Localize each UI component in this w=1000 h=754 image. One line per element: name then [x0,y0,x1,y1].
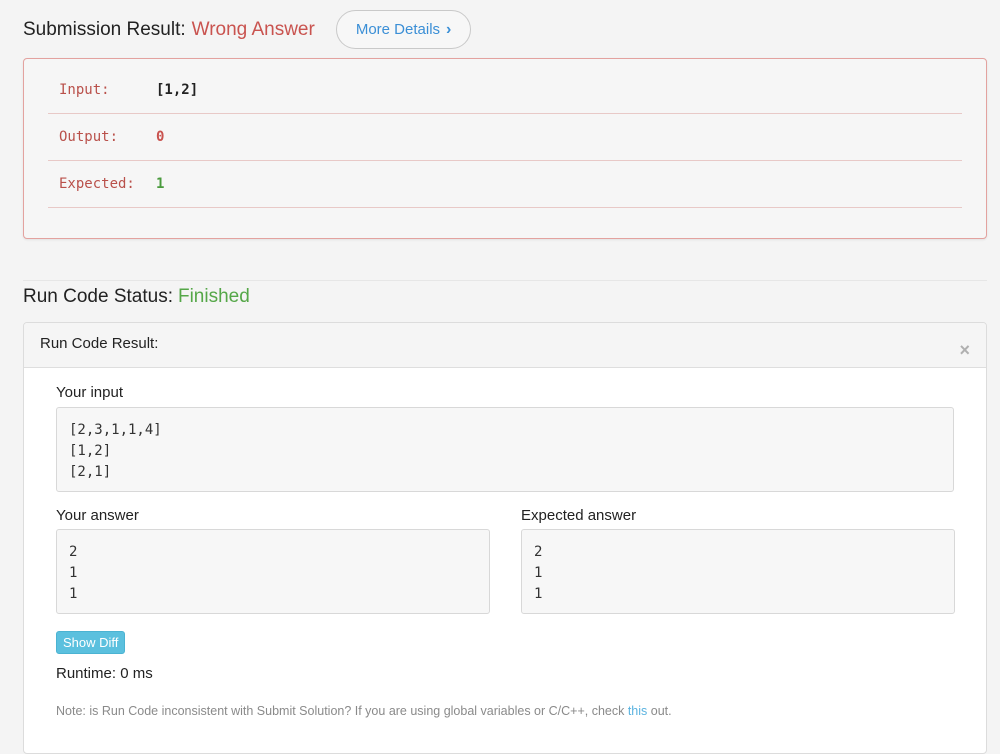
run-status-label: Run Code Status: [23,286,173,307]
input-value: [1,2] [156,82,199,98]
submission-status: Wrong Answer [191,18,315,40]
output-value: 0 [156,129,165,145]
result-row-expected: Expected: 1 [48,161,962,208]
run-code-result-panel: Run Code Result: × Your input [2,3,1,1,4… [23,322,987,754]
note-link[interactable]: this [628,704,647,718]
your-input-box[interactable]: [2,3,1,1,4] [1,2] [2,1] [56,407,954,492]
output-label: Output: [59,129,119,145]
more-details-label: More Details [355,21,441,38]
run-status-value: Finished [177,286,250,307]
consistency-note: Note: is Run Code inconsistent with Subm… [56,704,672,718]
run-result-header: Run Code Result: × [24,323,986,368]
close-icon[interactable]: × [959,341,970,359]
expected-answer-box: 2 1 1 [521,529,955,614]
expected-value: 1 [156,176,165,192]
submission-result-panel: Input: [1,2] Output: 0 Expected: 1 [23,58,987,239]
submission-header: Submission Result: Wrong Answer More Deta… [23,10,472,49]
note-end: out. [647,704,672,718]
your-input-label: Your input [56,384,124,401]
submission-label: Submission Result: [23,18,186,40]
input-label: Input: [59,82,110,98]
section-divider [23,280,987,281]
result-row-input: Input: [1,2] [48,67,962,114]
chevron-right-icon: › [446,20,452,38]
submission-title: Submission Result: Wrong Answer [23,19,315,41]
more-details-button[interactable]: More Details › [335,10,472,49]
run-result-title: Run Code Result: [40,335,159,352]
runtime-text: Runtime: 0 ms [56,665,153,682]
result-row-output: Output: 0 [48,114,962,161]
note-text: Note: is Run Code inconsistent with Subm… [56,704,628,718]
expected-answer-label: Expected answer [521,507,637,524]
run-code-status: Run Code Status: Finished [23,286,250,308]
your-answer-box: 2 1 1 [56,529,490,614]
show-diff-button[interactable]: Show Diff [56,631,126,654]
your-answer-label: Your answer [56,507,139,524]
expected-label: Expected: [59,176,135,192]
